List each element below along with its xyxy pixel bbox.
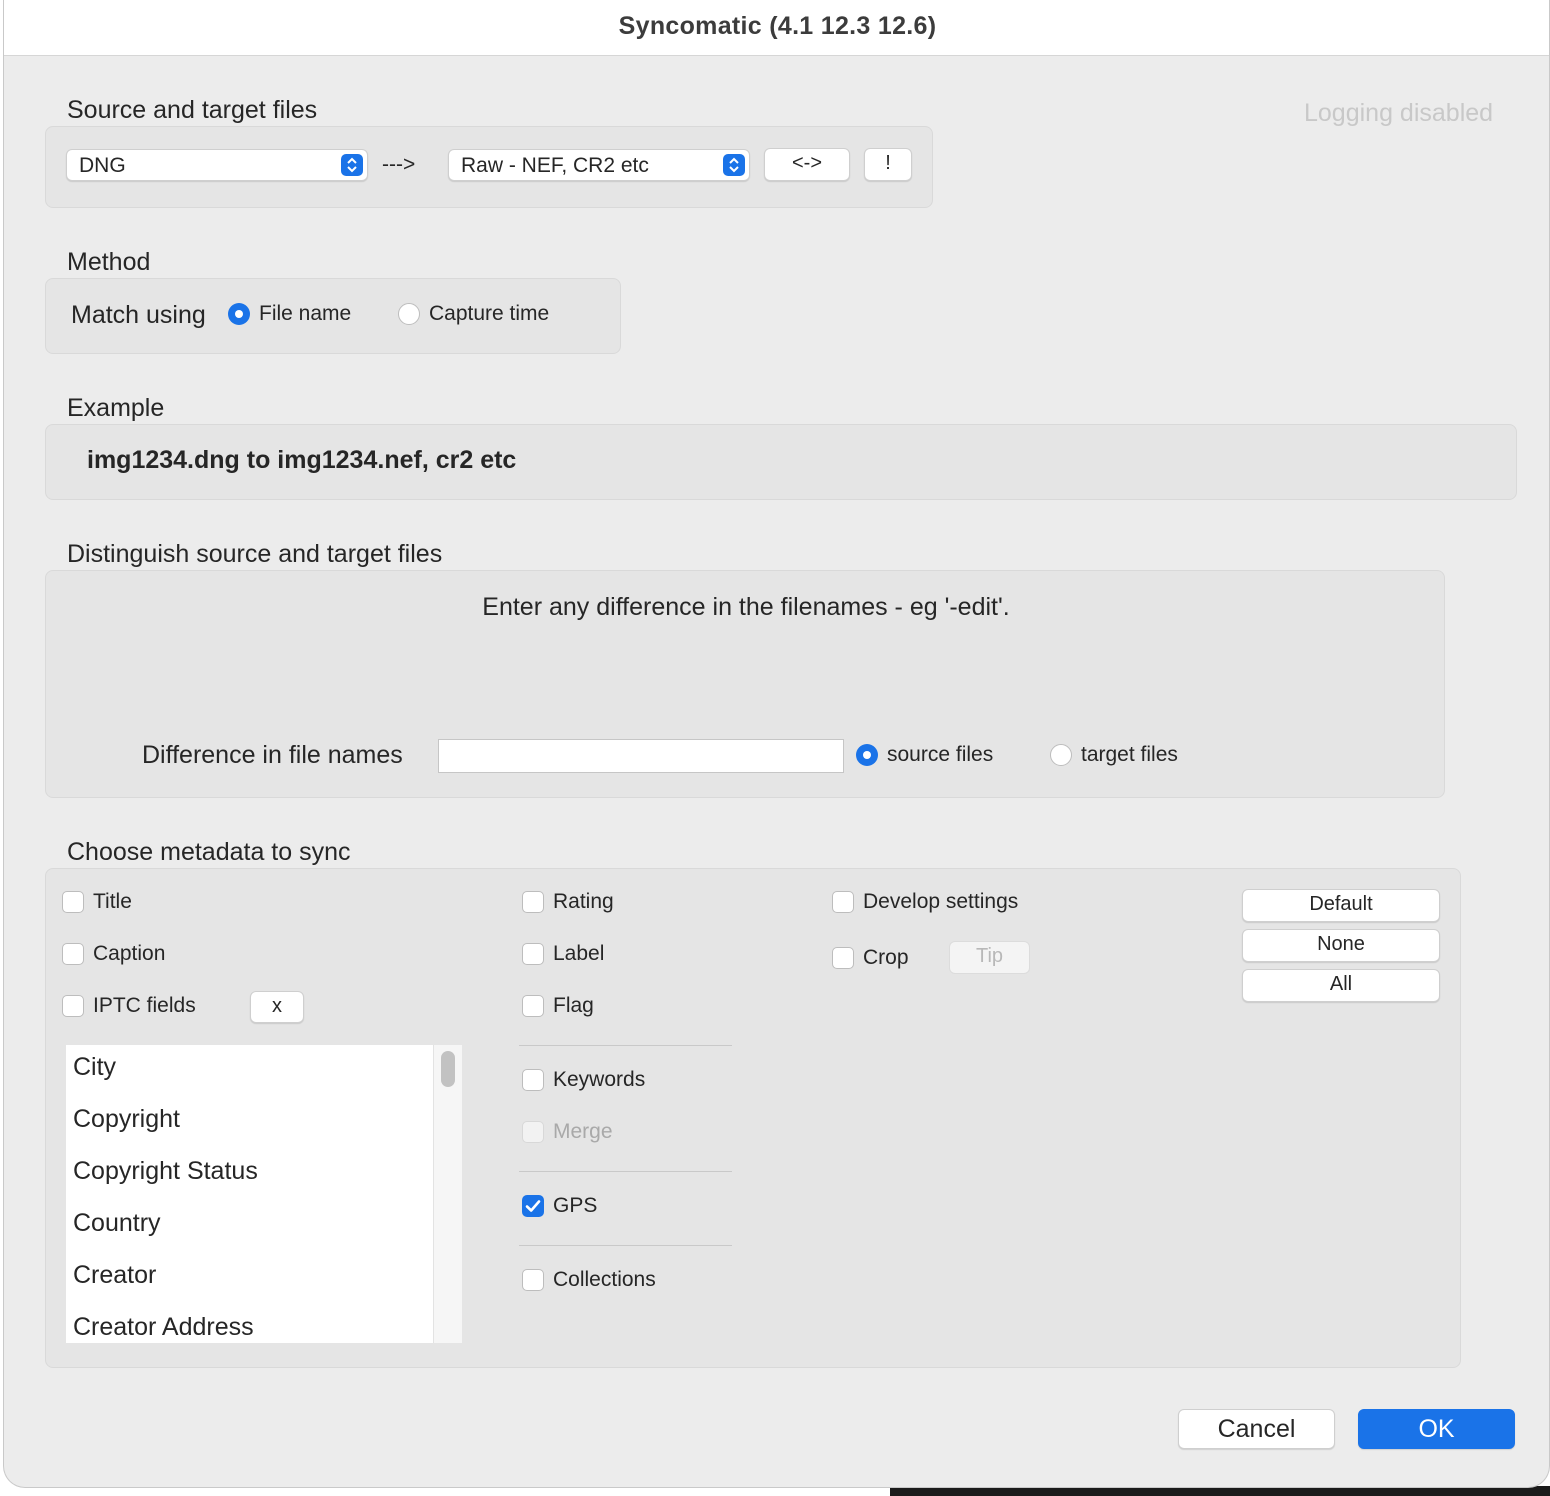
tip-button: Tip	[949, 941, 1030, 974]
iptc-clear-label: x	[272, 995, 282, 1017]
file-name-radio[interactable]	[228, 303, 250, 325]
example-text: img1234.dng to img1234.nef, cr2 etc	[87, 446, 517, 474]
source-format-value: DNG	[79, 154, 126, 177]
default-button-label: Default	[1309, 893, 1373, 915]
checkmark-icon	[525, 1200, 541, 1212]
file-name-label: File name	[259, 302, 352, 325]
difference-field-label: Difference in file names	[142, 741, 403, 769]
example-group: img1234.dng to img1234.nef, cr2 etc	[45, 424, 1517, 500]
iptc-clear-button[interactable]: x	[250, 991, 304, 1023]
match-using-label: Match using	[71, 301, 206, 329]
merge-label: Merge	[553, 1120, 613, 1143]
iptc-fields-label: IPTC fields	[93, 994, 196, 1017]
list-item[interactable]: Copyright	[73, 1105, 180, 1134]
source-target-heading: Source and target files	[67, 96, 318, 124]
collections-checkbox[interactable]	[522, 1269, 544, 1291]
list-item[interactable]: City	[73, 1053, 116, 1082]
list-scrollbar-track[interactable]	[433, 1045, 462, 1343]
divider	[519, 1045, 732, 1046]
flag-label: Flag	[553, 994, 594, 1017]
difference-input[interactable]	[438, 739, 844, 773]
gps-label: GPS	[553, 1194, 598, 1217]
all-button[interactable]: All	[1242, 969, 1440, 1002]
distinguish-group: Enter any difference in the filenames - …	[45, 570, 1445, 798]
ok-button-label: OK	[1418, 1415, 1455, 1443]
crop-checkbox[interactable]	[832, 947, 854, 969]
merge-checkbox	[522, 1121, 544, 1143]
source-target-group: DNG ---> Raw - NEF, CR2 etc <-> !	[45, 126, 933, 208]
label-label: Label	[553, 942, 605, 965]
window-title: Syncomatic (4.1 12.3 12.6)	[618, 12, 937, 40]
list-item[interactable]: Copyright Status	[73, 1157, 258, 1186]
keywords-label: Keywords	[553, 1068, 646, 1091]
bang-button[interactable]: !	[864, 148, 912, 181]
all-button-label: All	[1329, 973, 1353, 995]
distinguish-heading: Distinguish source and target files	[67, 540, 443, 568]
title-label: Title	[93, 890, 132, 913]
chevron-updown-icon	[341, 154, 363, 176]
capture-time-label: Capture time	[429, 302, 550, 325]
example-heading: Example	[67, 394, 165, 422]
target-files-label: target files	[1081, 743, 1178, 766]
target-format-select[interactable]: Raw - NEF, CR2 etc	[448, 149, 750, 181]
swap-button-label: <->	[791, 152, 823, 174]
divider	[519, 1171, 732, 1172]
metadata-group: Title Caption IPTC fields x City Copyrig…	[45, 868, 1461, 1368]
rating-checkbox[interactable]	[522, 891, 544, 913]
list-item[interactable]: Creator	[73, 1261, 156, 1290]
ok-button[interactable]: OK	[1358, 1409, 1515, 1449]
target-format-value: Raw - NEF, CR2 etc	[461, 154, 649, 177]
method-heading: Method	[67, 248, 151, 276]
caption-label: Caption	[93, 942, 166, 965]
title-bar: Syncomatic (4.1 12.3 12.6)	[4, 0, 1549, 56]
none-button[interactable]: None	[1242, 929, 1440, 962]
divider	[519, 1245, 732, 1246]
tip-button-label: Tip	[975, 945, 1004, 967]
crop-label: Crop	[863, 946, 909, 969]
gps-checkbox[interactable]	[522, 1195, 544, 1217]
distinguish-hint: Enter any difference in the filenames - …	[482, 593, 1010, 621]
swap-button[interactable]: <->	[764, 148, 850, 181]
iptc-field-list[interactable]: City Copyright Copyright Status Country …	[66, 1045, 462, 1343]
flag-checkbox[interactable]	[522, 995, 544, 1017]
develop-settings-checkbox[interactable]	[832, 891, 854, 913]
none-button-label: None	[1317, 933, 1365, 955]
source-format-select[interactable]: DNG	[66, 149, 368, 181]
source-files-radio[interactable]	[856, 744, 878, 766]
cancel-button[interactable]: Cancel	[1178, 1409, 1335, 1449]
list-item[interactable]: Country	[73, 1209, 161, 1238]
title-checkbox[interactable]	[62, 891, 84, 913]
source-files-label: source files	[887, 743, 994, 766]
list-scrollbar-thumb[interactable]	[441, 1051, 455, 1087]
keywords-checkbox[interactable]	[522, 1069, 544, 1091]
capture-time-radio[interactable]	[398, 303, 420, 325]
caption-checkbox[interactable]	[62, 943, 84, 965]
develop-settings-label: Develop settings	[863, 890, 1019, 913]
dialog-window: Syncomatic (4.1 12.3 12.6) Logging disab…	[3, 0, 1550, 1488]
logging-status: Logging disabled	[1304, 99, 1494, 127]
direction-arrow-text: --->	[382, 153, 416, 176]
rating-label: Rating	[553, 890, 614, 913]
target-files-radio[interactable]	[1050, 744, 1072, 766]
label-checkbox[interactable]	[522, 943, 544, 965]
default-button[interactable]: Default	[1242, 889, 1440, 922]
chevron-updown-icon	[723, 154, 745, 176]
cancel-button-label: Cancel	[1217, 1415, 1296, 1443]
list-item[interactable]: Creator Address	[73, 1313, 254, 1342]
bang-button-label: !	[885, 152, 891, 174]
collections-label: Collections	[553, 1268, 656, 1291]
method-group: Match using File name Capture time	[45, 278, 621, 354]
metadata-heading: Choose metadata to sync	[67, 838, 351, 866]
iptc-fields-checkbox[interactable]	[62, 995, 84, 1017]
